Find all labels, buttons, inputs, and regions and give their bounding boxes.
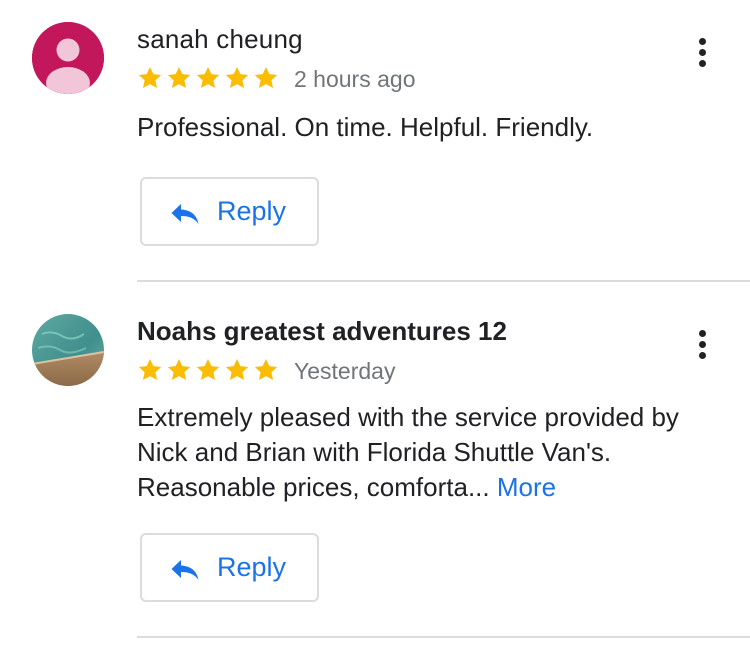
review-timestamp: 2 hours ago xyxy=(294,66,416,92)
star-icon xyxy=(167,358,191,380)
reviewer-name[interactable]: Noahs greatest adventures 12 xyxy=(137,316,507,347)
more-link[interactable]: More xyxy=(497,472,556,502)
review-card: sanah cheung 2 hours ago Professional. O… xyxy=(0,0,750,282)
reply-label: Reply xyxy=(217,552,287,582)
star-icon xyxy=(254,358,278,380)
more-vert-icon[interactable] xyxy=(686,30,718,74)
person-silhouette-icon xyxy=(32,22,104,94)
star-rating xyxy=(137,357,279,383)
star-icon xyxy=(225,358,249,380)
divider xyxy=(137,636,750,638)
star-icon xyxy=(196,66,220,88)
reply-arrow-icon xyxy=(171,204,199,224)
reply-arrow-icon xyxy=(171,560,199,580)
star-icon xyxy=(138,66,162,88)
avatar[interactable] xyxy=(32,22,104,94)
reply-label: Reply xyxy=(217,196,287,226)
star-icon xyxy=(167,66,191,88)
menu-dot xyxy=(698,329,706,337)
review-card: Noahs greatest adventures 12 Yesterday E… xyxy=(0,282,750,638)
review-text: Extremely pleased with the service provi… xyxy=(137,400,717,505)
avatar[interactable] xyxy=(32,314,104,386)
star-icon xyxy=(254,66,278,88)
review-text: Professional. On time. Helpful. Friendly… xyxy=(137,110,717,145)
photo-avatar-icon xyxy=(32,314,104,386)
more-vert-icon[interactable] xyxy=(686,322,718,366)
review-timestamp: Yesterday xyxy=(294,358,396,384)
menu-dot xyxy=(698,340,706,348)
star-icon xyxy=(138,358,162,380)
menu-dot xyxy=(698,37,706,45)
review-body: Extremely pleased with the service provi… xyxy=(137,402,679,502)
star-rating xyxy=(137,65,279,91)
menu-dot xyxy=(698,351,706,359)
review-body: Professional. On time. Helpful. Friendly… xyxy=(137,112,594,142)
star-icon xyxy=(225,66,249,88)
reviewer-name[interactable]: sanah cheung xyxy=(137,24,303,55)
reply-button[interactable]: Reply xyxy=(140,177,319,246)
star-icon xyxy=(196,358,220,380)
menu-dot xyxy=(698,48,706,56)
reply-button[interactable]: Reply xyxy=(140,533,319,602)
menu-dot xyxy=(698,59,706,67)
